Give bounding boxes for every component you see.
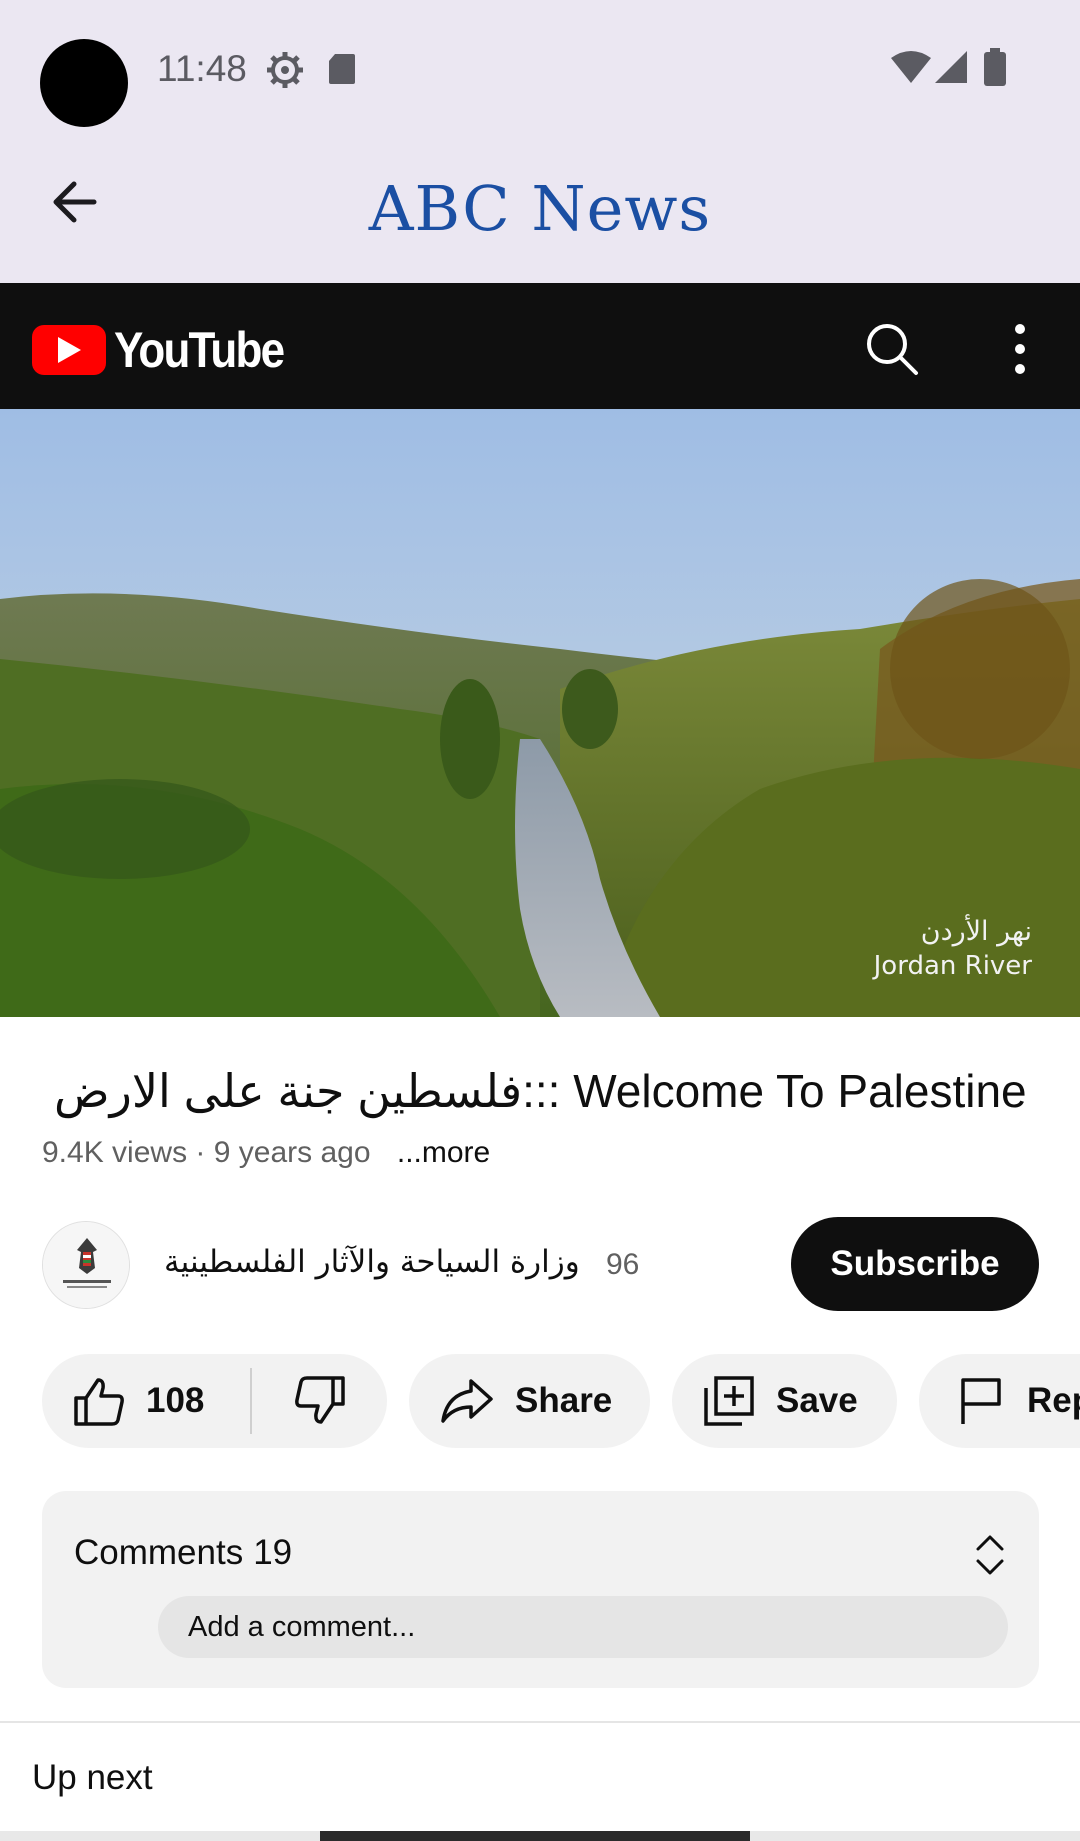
like-button[interactable]: 108 (42, 1354, 250, 1448)
report-label: Rep (1027, 1381, 1080, 1420)
section-divider (0, 1721, 1080, 1723)
flag-icon (961, 1378, 1001, 1424)
up-next-label: Up next (32, 1758, 153, 1797)
more-options-button[interactable] (1000, 319, 1040, 379)
unfold-icon[interactable] (970, 1533, 1010, 1577)
settings-icon (265, 50, 305, 95)
share-icon (441, 1379, 493, 1423)
caption-arabic: نهر الأردن (920, 916, 1032, 947)
thumbs-down-icon (294, 1376, 345, 1424)
app-bar: ABC News (0, 142, 1080, 283)
action-chips-row: 108 Share Save Re (0, 1354, 1080, 1448)
meta-separator: · (195, 1136, 214, 1169)
youtube-play-icon (32, 325, 106, 375)
comments-count: 19 (253, 1533, 293, 1572)
comments-header: Comments 19 (74, 1533, 292, 1573)
search-icon (867, 324, 918, 375)
subscriber-count: 96 (606, 1248, 640, 1281)
video-meta: 9.4K views · 9 years ago ...more (42, 1136, 490, 1170)
video-player[interactable]: نهر الأردن Jordan River (0, 409, 1080, 1017)
dislike-button[interactable] (252, 1354, 387, 1448)
subscribe-button[interactable]: Subscribe (791, 1217, 1039, 1311)
ministry-emblem-icon (43, 1222, 129, 1308)
sd-card-icon (327, 52, 357, 91)
add-comment-input[interactable] (158, 1596, 1008, 1658)
video-title: فلسطين جنة على الارض::: Welcome To Pales… (54, 1065, 1027, 1117)
signal-icon (934, 50, 968, 89)
camera-cutout (40, 39, 128, 127)
search-button[interactable] (862, 319, 922, 379)
wifi-icon (890, 50, 932, 89)
save-label: Save (776, 1381, 858, 1420)
status-bar: 11:48 (0, 0, 1080, 142)
channel-avatar[interactable] (42, 1221, 130, 1309)
report-button[interactable]: Rep (919, 1354, 1080, 1448)
battery-icon (984, 48, 1006, 91)
channel-name[interactable]: وزارة السياحة والآثار الفلسطينية (164, 1244, 580, 1280)
more-vertical-icon (1015, 324, 1025, 374)
next-video-thumbnail[interactable] (320, 1831, 750, 1841)
like-count: 108 (146, 1381, 205, 1420)
app-title: ABC News (368, 172, 712, 245)
share-label: Share (515, 1381, 613, 1420)
share-button[interactable]: Share (409, 1354, 650, 1448)
status-time: 11:48 (157, 48, 247, 89)
youtube-logo[interactable]: YouTube (32, 321, 306, 379)
upload-age: 9 years ago (213, 1136, 371, 1169)
like-dislike-chip: 108 (42, 1354, 387, 1448)
youtube-header: YouTube (0, 283, 1080, 409)
thumbs-up-icon (74, 1378, 124, 1426)
more-description-link[interactable]: ...more (397, 1136, 490, 1169)
comments-label: Comments (74, 1533, 244, 1572)
save-to-playlist-icon (704, 1376, 754, 1426)
view-count: 9.4K views (42, 1136, 188, 1169)
screen: 11:48 ABC News YouTube نهر الأردن Jordan… (0, 0, 1080, 1841)
youtube-wordmark: YouTube (114, 322, 285, 378)
save-button[interactable]: Save (672, 1354, 897, 1448)
caption-english: Jordan River (873, 951, 1032, 981)
video-caption: نهر الأردن Jordan River (874, 916, 1032, 981)
comments-panel[interactable]: Comments 19 (42, 1491, 1039, 1688)
